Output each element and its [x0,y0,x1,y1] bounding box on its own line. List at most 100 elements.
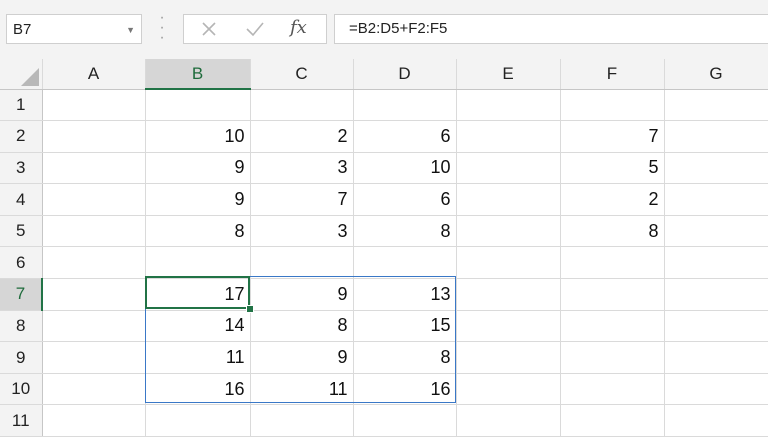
cell-d10[interactable]: 16 [353,373,457,406]
cell-c6[interactable] [250,246,354,280]
insert-function-icon[interactable]: fx [290,17,320,39]
cell-g1[interactable] [664,89,768,122]
cell-a1[interactable] [42,89,146,122]
cell-b5[interactable]: 8 [145,215,251,248]
row-header-1[interactable]: 1 [0,89,43,122]
row-header-6[interactable]: 6 [0,246,43,280]
cell-c10[interactable]: 11 [250,373,354,406]
name-box[interactable]: B7 ▼ [6,14,142,44]
row-header-9[interactable]: 9 [0,341,43,374]
row-header-11[interactable]: 11 [0,404,43,437]
cell-e5[interactable] [456,215,561,248]
cell-e6[interactable] [456,246,561,280]
cell-a7[interactable] [42,278,146,311]
column-header-f[interactable]: F [560,59,665,90]
cell-b7[interactable]: 17 [145,278,251,311]
column-header-b[interactable]: B [145,59,251,90]
cell-g3[interactable] [664,152,768,185]
formula-input[interactable]: =B2:D5+F2:F5 [334,14,768,44]
cell-e11[interactable] [456,404,561,437]
row-header-7[interactable]: 7 [0,278,43,311]
cell-a3[interactable] [42,152,146,185]
cell-d2[interactable]: 6 [353,120,457,153]
cell-g10[interactable] [664,373,768,406]
cell-b11[interactable] [145,404,251,437]
cell-a11[interactable] [42,404,146,437]
cell-b1[interactable] [145,89,251,122]
chevron-down-icon[interactable]: ▼ [126,25,135,35]
cell-c2[interactable]: 2 [250,120,354,153]
check-icon[interactable] [240,18,270,40]
cell-d8[interactable]: 15 [353,310,457,343]
cell-c4[interactable]: 7 [250,183,354,216]
cell-a10[interactable] [42,373,146,406]
cell-f2[interactable]: 7 [560,120,665,153]
cell-b8[interactable]: 14 [145,310,251,343]
row-header-10[interactable]: 10 [0,373,43,406]
cell-b9[interactable]: 11 [145,341,251,374]
cell-b6[interactable] [145,246,251,280]
cell-e3[interactable] [456,152,561,185]
cell-b2[interactable]: 10 [145,120,251,153]
cell-g9[interactable] [664,341,768,374]
cell-c11[interactable] [250,404,354,437]
cell-c5[interactable]: 3 [250,215,354,248]
row-header-2[interactable]: 2 [0,120,43,153]
cell-e8[interactable] [456,310,561,343]
cell-g6[interactable] [664,246,768,280]
select-all-button[interactable] [0,59,43,90]
column-header-a[interactable]: A [42,59,146,90]
cell-g2[interactable] [664,120,768,153]
cell-c9[interactable]: 9 [250,341,354,374]
cell-b4[interactable]: 9 [145,183,251,216]
cell-f5[interactable]: 8 [560,215,665,248]
cell-b3[interactable]: 9 [145,152,251,185]
cell-c3[interactable]: 3 [250,152,354,185]
cell-c7[interactable]: 9 [250,278,354,311]
cell-g7[interactable] [664,278,768,311]
cell-b10[interactable]: 16 [145,373,251,406]
cell-f8[interactable] [560,310,665,343]
cell-d7[interactable]: 13 [353,278,457,311]
row-header-5[interactable]: 5 [0,215,43,248]
cell-a5[interactable] [42,215,146,248]
cell-e10[interactable] [456,373,561,406]
cell-f1[interactable] [560,89,665,122]
cell-e2[interactable] [456,120,561,153]
cell-f10[interactable] [560,373,665,406]
cell-f9[interactable] [560,341,665,374]
cell-f4[interactable]: 2 [560,183,665,216]
cell-a6[interactable] [42,246,146,280]
more-vertical-icon[interactable]: · · · [157,10,167,46]
row-header-3[interactable]: 3 [0,152,43,185]
cell-d4[interactable]: 6 [353,183,457,216]
cell-d1[interactable] [353,89,457,122]
column-header-d[interactable]: D [353,59,457,90]
cell-f7[interactable] [560,278,665,311]
cell-e7[interactable] [456,278,561,311]
cancel-icon[interactable] [194,18,224,40]
row-header-4[interactable]: 4 [0,183,43,216]
cell-e4[interactable] [456,183,561,216]
cell-f6[interactable] [560,246,665,280]
cell-d9[interactable]: 8 [353,341,457,374]
cell-a9[interactable] [42,341,146,374]
cell-d5[interactable]: 8 [353,215,457,248]
cell-a8[interactable] [42,310,146,343]
row-header-8[interactable]: 8 [0,310,43,343]
cell-f3[interactable]: 5 [560,152,665,185]
cell-a2[interactable] [42,120,146,153]
column-header-e[interactable]: E [456,59,561,90]
column-header-c[interactable]: C [250,59,354,90]
cell-c1[interactable] [250,89,354,122]
cell-a4[interactable] [42,183,146,216]
cell-e9[interactable] [456,341,561,374]
cell-f11[interactable] [560,404,665,437]
cell-e1[interactable] [456,89,561,122]
cell-d11[interactable] [353,404,457,437]
cell-g11[interactable] [664,404,768,437]
cell-g4[interactable] [664,183,768,216]
cell-c8[interactable]: 8 [250,310,354,343]
cell-g5[interactable] [664,215,768,248]
column-header-g[interactable]: G [664,59,768,90]
